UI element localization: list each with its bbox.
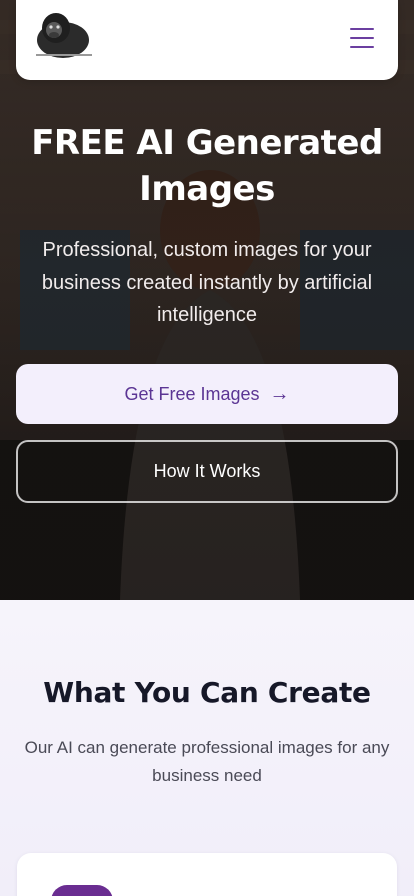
features-section: What You Can Create Our AI can generate … (0, 600, 414, 896)
arrow-right-icon: → (269, 383, 290, 405)
hero-subtitle: Professional, custom images for your bus… (41, 239, 373, 326)
how-it-works-label: How It Works (153, 461, 261, 481)
hero-title: FREE AI Generated Images (31, 123, 383, 209)
menu-line (350, 46, 374, 48)
hero-section: FREE AI Generated Images Professional, c… (0, 0, 414, 600)
features-title: What You Can Create (43, 676, 371, 709)
menu-line (350, 37, 374, 39)
features-subtitle: Our AI can generate professional images … (24, 738, 390, 785)
top-navbar (16, 0, 398, 80)
menu-line (350, 28, 374, 30)
gorilla-logo-icon[interactable] (32, 10, 94, 60)
hamburger-menu-icon[interactable] (350, 28, 374, 50)
get-free-images-button[interactable]: Get Free Images → (16, 364, 398, 424)
get-free-images-label: Get Free Images (124, 383, 260, 404)
feature-icon (51, 885, 113, 896)
how-it-works-button[interactable]: How It Works (16, 440, 398, 503)
feature-card (17, 853, 397, 896)
